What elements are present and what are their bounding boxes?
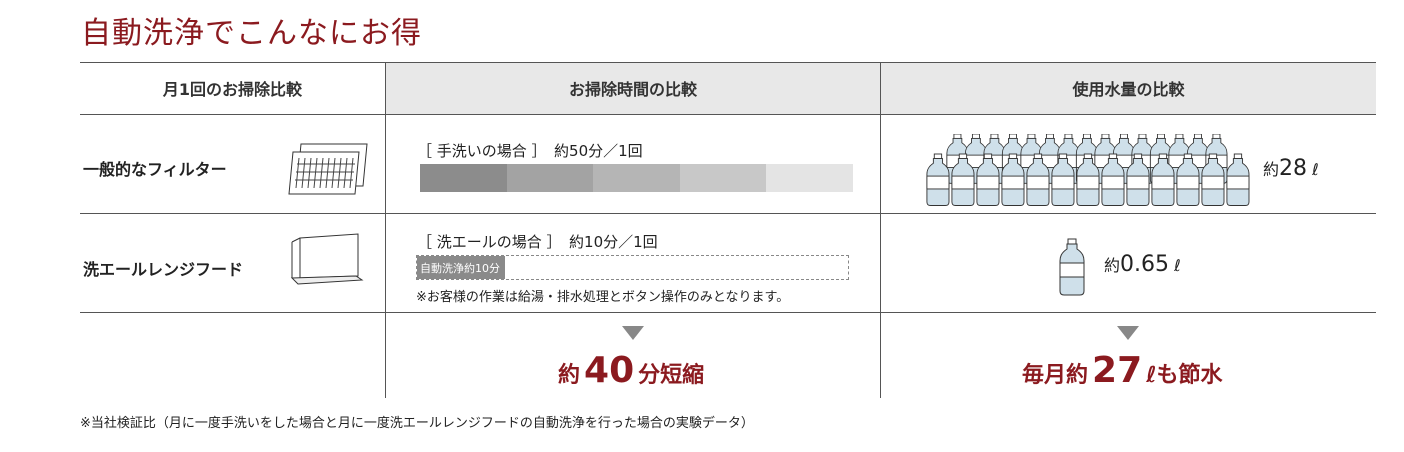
time-bar-segment [766,164,853,192]
hand-wash-time-bar [420,164,853,192]
down-arrow-icon [1117,326,1139,340]
water-prefix: 約 [1263,160,1280,179]
header-cleaning-time: お掃除時間の比較 [386,62,880,115]
header-water-usage: 使用水量の比較 [881,62,1376,115]
time-bar-segment [679,164,767,192]
time-bar-segment [593,164,680,192]
result-suffix: 分短縮 [638,363,705,388]
page-title: 自動洗浄でこんなにお得 [81,16,422,51]
column-divider [880,62,881,398]
water-bottle-icon [1059,238,1085,296]
water-value: 0.65 [1120,252,1169,277]
footnote: ※当社検証比（月に一度手洗いをした場合と月に一度洗エールレンジフードの自動洗浄を… [80,416,754,431]
down-arrow-icon [622,326,644,340]
auto-wash-bar-fill: 自動洗浄約10分 [417,256,505,279]
row-divider [80,114,1376,115]
water-bottle-icon [1226,153,1250,206]
column-divider [385,62,386,398]
user-work-note: ※お客様の作業は給湯・排水処理とボタン操作のみとなります。 [416,290,790,305]
result-prefix: 毎月約 [1022,363,1089,388]
result-value: 40 [584,350,635,391]
time-saving-result: 約 40 分短縮 [558,350,704,391]
row-label-filter: 一般的なフィルター [83,160,227,179]
result-prefix: 約 [558,363,581,388]
row-divider [80,62,1376,63]
result-value: 27 [1092,350,1143,391]
water-saving-result: 毎月約 27 ℓも節水 [1022,350,1223,391]
water-amount-hood: 約0.65 ℓ [1104,252,1181,277]
filter-icon [288,143,368,195]
time-bar-segment [506,164,594,192]
water-value: 28 [1279,156,1308,181]
row-divider [80,312,1376,313]
header-monthly-cleaning: 月1回のお掃除比較 [80,62,385,115]
result-suffix: ℓも節水 [1146,363,1223,388]
water-unit: ℓ [1312,160,1319,179]
water-unit: ℓ [1174,256,1181,275]
water-amount-filter: 約28 ℓ [1263,156,1319,181]
hand-wash-case-label: ［ 手洗いの場合 ］ 約50分／1回 [417,142,643,160]
water-bottles-28-icon [926,134,1250,206]
row-label-hood: 洗エールレンジフード [83,260,244,279]
row-divider [80,213,1376,214]
auto-wash-time-bar: 自動洗浄約10分 [416,255,849,280]
water-bottle-icon [1059,238,1085,296]
water-prefix: 約 [1104,256,1121,275]
water-bottle-icon [926,153,950,206]
range-hood-icon [290,233,364,285]
auto-wash-case-label: ［ 洗エールの場合 ］ 約10分／1回 [417,233,658,251]
time-bar-segment [420,164,507,192]
